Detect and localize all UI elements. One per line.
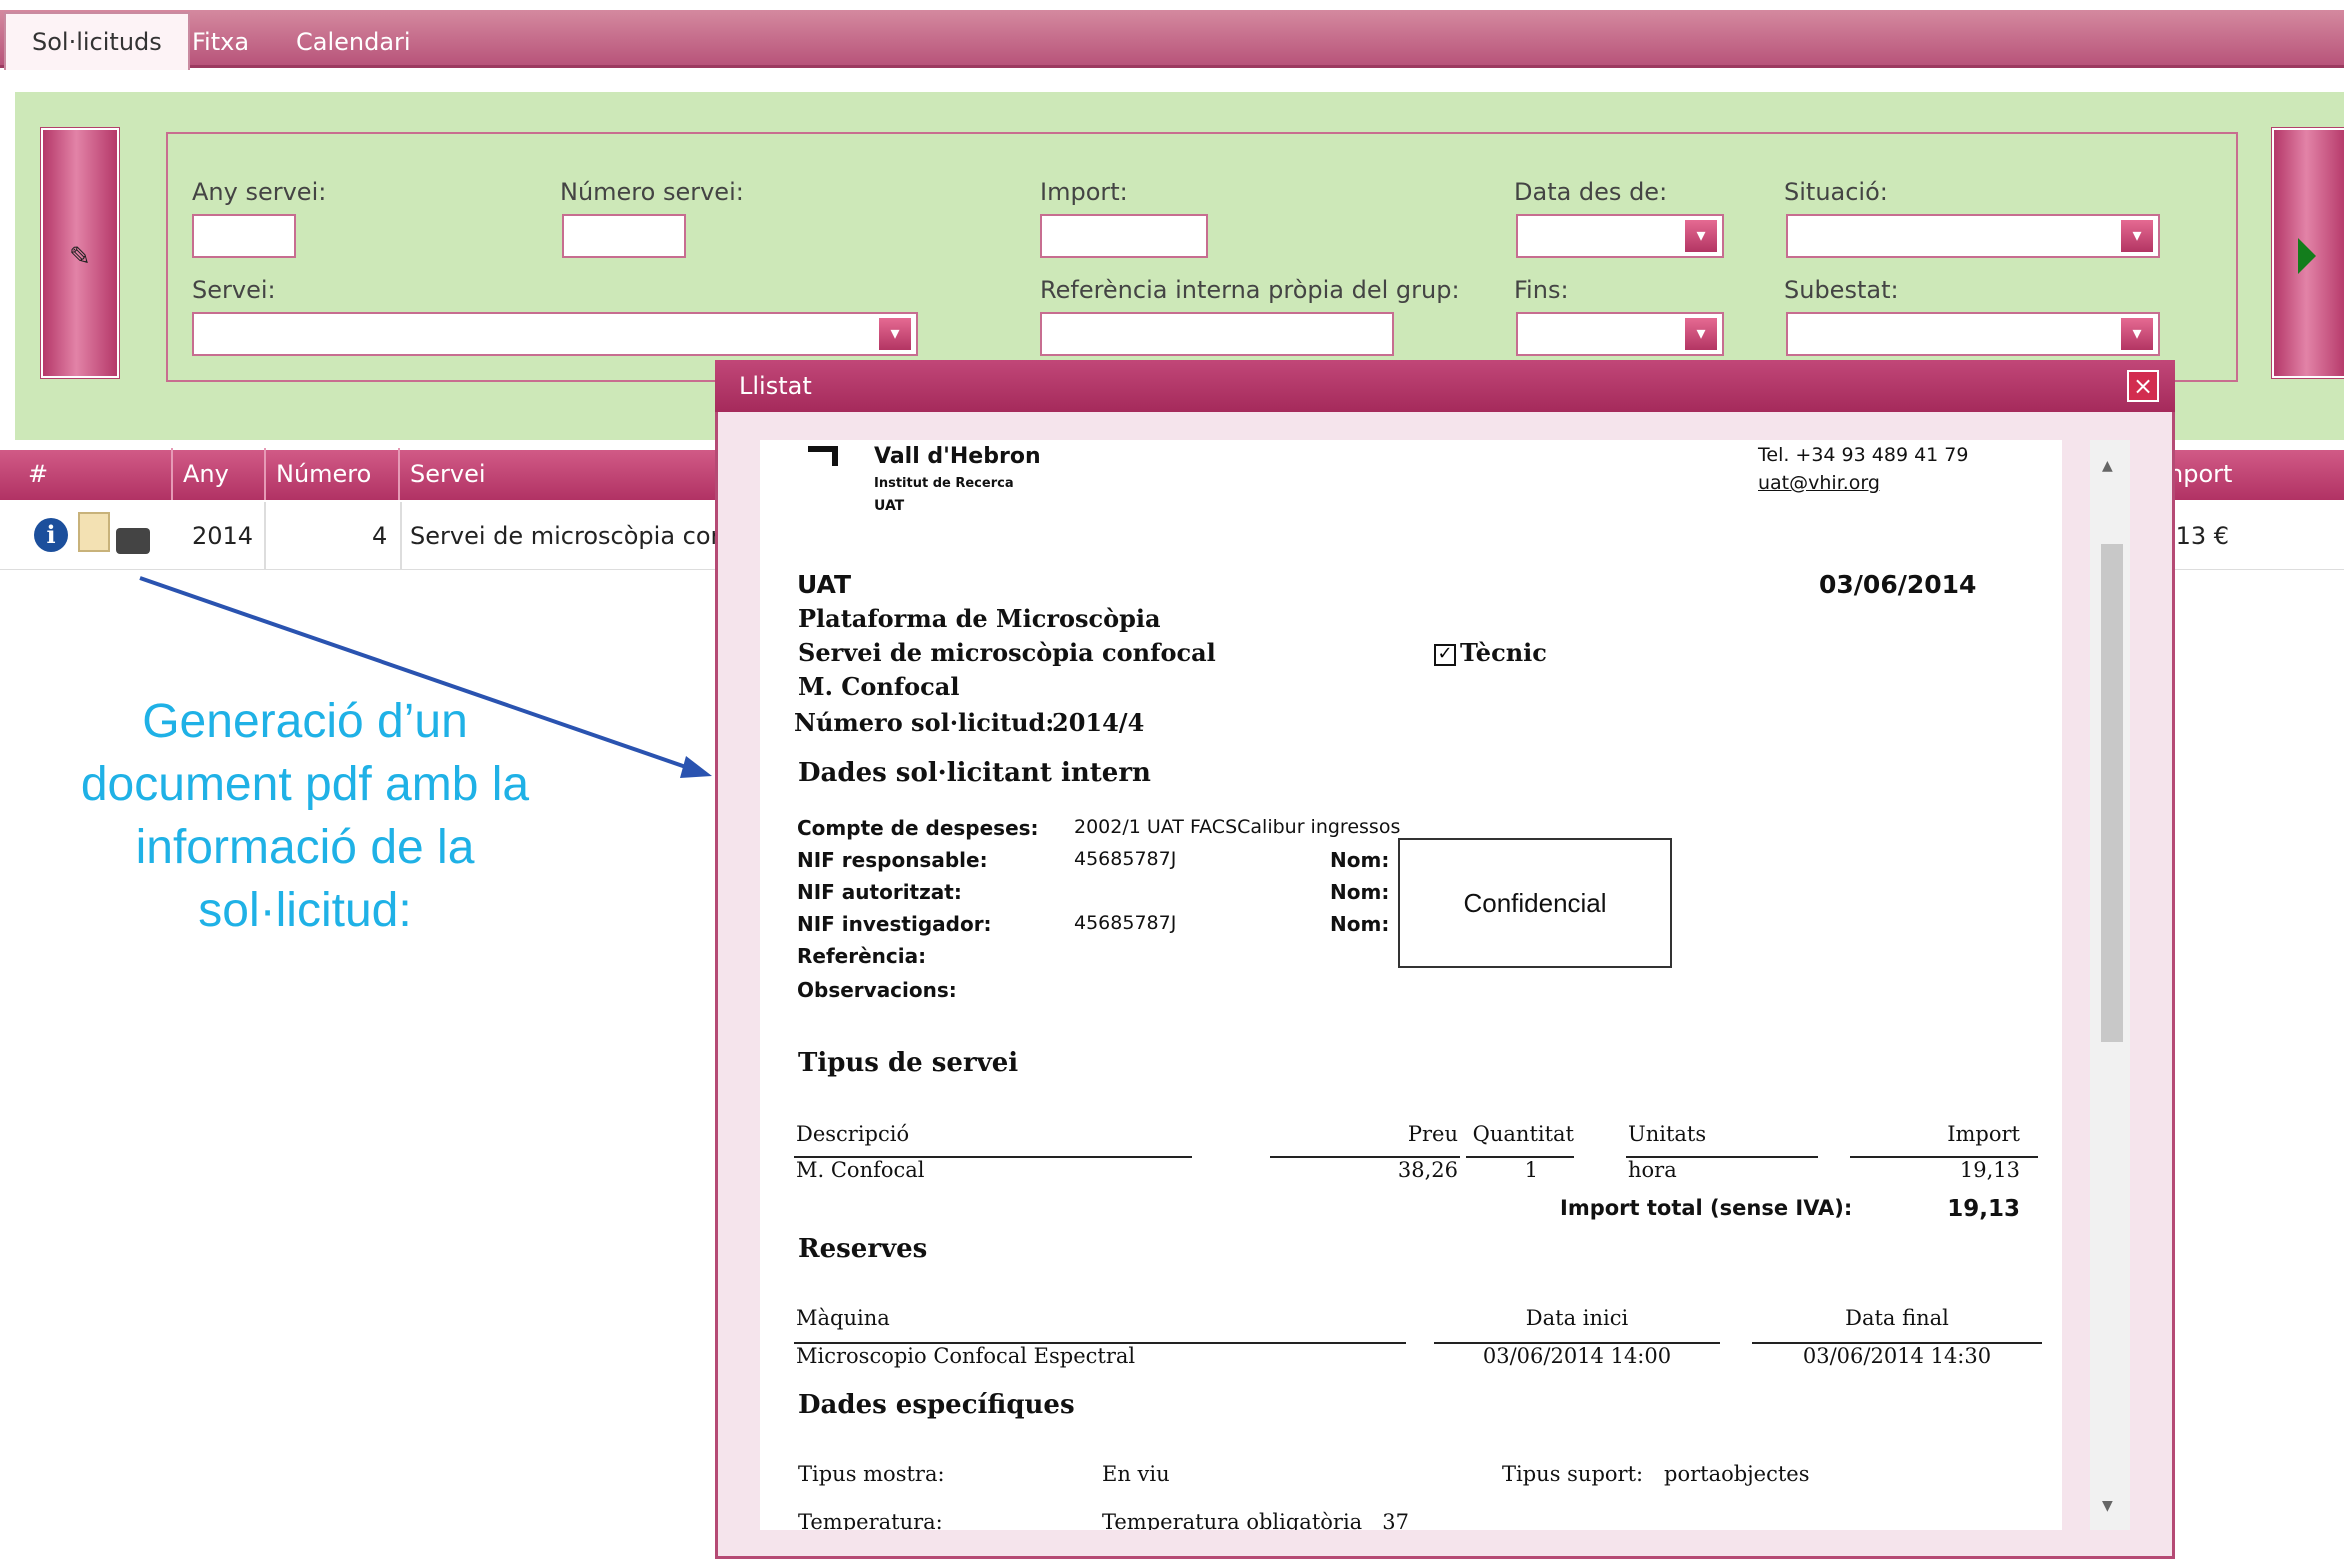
h-quant: Quantitat: [1472, 1122, 1574, 1146]
close-icon[interactable]: ×: [2127, 370, 2159, 402]
header-tel: Tel. +34 93 489 41 79: [1758, 444, 1969, 466]
total-label: Import total (sense IVA):: [1560, 1196, 1853, 1220]
nif-inv-value: 45685787J: [1074, 912, 1177, 934]
nom-label: Nom:: [1330, 912, 1390, 936]
compte-value: 2002/1 UAT FACSCalibur ingressos: [1074, 816, 1401, 838]
scroll-up-icon[interactable]: ▲: [2102, 458, 2113, 474]
nif-resp-label: NIF responsable:: [797, 848, 988, 872]
tipus-preu: 38,26: [1397, 1158, 1458, 1182]
scrollbar-thumb[interactable]: [2101, 544, 2123, 1042]
section-tipus: Tipus de servei: [798, 1048, 1019, 1078]
reserva-final: 03/06/2014 14:30: [1802, 1344, 1992, 1368]
obs-label: Observacions:: [797, 978, 957, 1002]
logo-line3: UAT: [874, 498, 905, 514]
num-value: 2014/4: [1052, 708, 1145, 737]
info-service: Servei de microscòpia confocal: [798, 638, 1216, 667]
logo-line1: Vall d'Hebron: [874, 444, 1041, 469]
reserva-maq: Microscopio Confocal Espectral: [796, 1344, 1136, 1368]
info-equip: M. Confocal: [798, 672, 960, 701]
header-email[interactable]: uat@vhir.org: [1758, 472, 1880, 494]
tipus-import: 19,13: [1959, 1158, 2020, 1182]
section-dades: Dades sol·licitant intern: [798, 758, 1151, 788]
info-date: 03/06/2014: [1819, 570, 1977, 599]
tipus-quant: 1: [1524, 1158, 1538, 1182]
nom-label: Nom:: [1330, 848, 1390, 872]
total-value: 19,13: [1947, 1196, 2020, 1222]
tecnic-label: Tècnic: [1460, 638, 1547, 667]
logo-line2: Institut de Recerca: [874, 476, 1014, 491]
pdf-document: Vall d'Hebron Institut de Recerca UAT Te…: [760, 440, 2062, 1530]
annotation-text: Generació d’un document pdf amb la infor…: [80, 695, 530, 937]
nif-inv-label: NIF investigador:: [797, 912, 992, 936]
h-import: Import: [1947, 1122, 2020, 1146]
mostra-value: En viu: [1102, 1462, 1170, 1486]
h-desc: Descripció: [796, 1122, 910, 1146]
scrollbar[interactable]: ▲ ▼: [2090, 440, 2130, 1530]
nif-resp-value: 45685787J: [1074, 848, 1177, 870]
suport-label: Tipus suport:: [1502, 1462, 1644, 1486]
scroll-down-icon[interactable]: ▼: [2102, 1498, 2113, 1514]
ref-label: Referència:: [797, 944, 927, 968]
tecnic-checkbox[interactable]: ✓: [1434, 644, 1456, 666]
tipus-desc: M. Confocal: [796, 1158, 925, 1182]
compte-label: Compte de despeses:: [797, 816, 1039, 840]
section-especifiques: Dades específiques: [798, 1390, 1075, 1420]
h-inici: Data inici: [1525, 1306, 1629, 1330]
info-unit: UAT: [797, 570, 851, 599]
confidencial-text: Confidencial: [1463, 888, 1607, 918]
section-reserves: Reserves: [798, 1234, 928, 1264]
h-unit: Unitats: [1628, 1122, 1707, 1146]
tipus-unit: hora: [1628, 1158, 1677, 1182]
h-preu: Preu: [1407, 1122, 1458, 1146]
modal-title: Llistat: [715, 360, 2175, 412]
num-label: Número sol·licitud:: [794, 708, 1055, 737]
temp-value: Temperatura obligatòria 37: [1102, 1510, 1409, 1530]
temp-label: Temperatura:: [798, 1510, 943, 1530]
nif-aut-label: NIF autoritzat:: [797, 880, 962, 904]
nom-label: Nom:: [1330, 880, 1390, 904]
confidencial-box: Confidencial: [1398, 838, 1672, 968]
h-maq: Màquina: [796, 1306, 890, 1330]
reserva-inici: 03/06/2014 14:00: [1482, 1344, 1672, 1368]
h-final: Data final: [1845, 1306, 1949, 1330]
suport-value: portaobjectes: [1664, 1462, 1810, 1486]
info-platform: Plataforma de Microscòpia: [798, 604, 1161, 633]
mostra-label: Tipus mostra:: [798, 1462, 945, 1486]
vhir-logo-icon: [808, 446, 838, 466]
